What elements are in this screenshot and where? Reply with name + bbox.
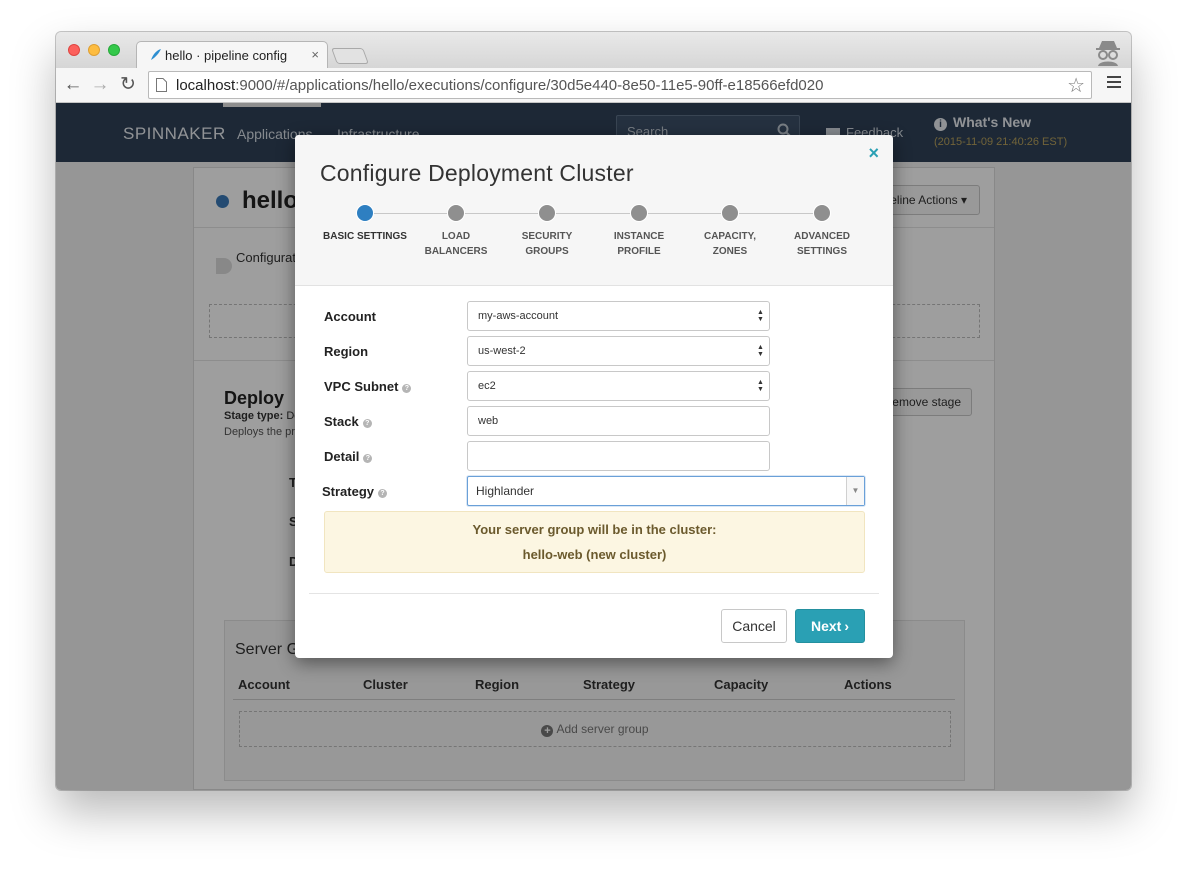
wizard-step-load-balancers[interactable]: LOAD BALANCERS [406, 204, 506, 259]
region-select[interactable]: us-west-2 ▲ ▼ [467, 336, 770, 366]
back-icon[interactable]: ← [62, 74, 84, 96]
browser-tab[interactable]: hello · pipeline config × [136, 41, 328, 68]
bookmark-star-icon[interactable]: ☆ [1067, 73, 1085, 98]
detail-input[interactable] [467, 441, 770, 471]
tab-close-icon[interactable]: × [311, 47, 319, 62]
modal-header: Configure Deployment Cluster × BASIC SET… [295, 135, 893, 286]
step-dot [356, 204, 374, 222]
page-viewport: SPINNAKER Applications Infrastructure Se… [56, 103, 1131, 790]
step-dot [630, 204, 648, 222]
strategy-label: Strategy? [322, 484, 388, 499]
forward-icon[interactable]: → [89, 74, 111, 96]
account-label: Account [324, 309, 376, 324]
stack-input[interactable]: web [467, 406, 770, 436]
reload-icon[interactable]: ↻ [117, 74, 139, 96]
url-text[interactable]: localhost:9000/#/applications/hello/exec… [176, 77, 823, 94]
cancel-button[interactable]: Cancel [721, 609, 787, 643]
spinnaker-favicon-icon [151, 49, 161, 60]
tab-title: hello · pipeline config [165, 48, 288, 63]
help-icon[interactable]: ? [363, 454, 373, 463]
step-dot [813, 204, 831, 222]
select-arrows-icon: ▲ ▼ [757, 309, 764, 323]
browser-menu-icon[interactable] [1107, 76, 1121, 90]
address-bar[interactable]: localhost:9000/#/applications/hello/exec… [148, 71, 1092, 99]
vpc-subnet-select[interactable]: ec2 ▲ ▼ [467, 371, 770, 401]
help-icon[interactable]: ? [378, 489, 388, 498]
step-dot [447, 204, 465, 222]
wizard-step-security-groups[interactable]: SECURITY GROUPS [497, 204, 597, 259]
vpc-subnet-label: VPC Subnet? [324, 379, 412, 394]
help-icon[interactable]: ? [362, 419, 372, 428]
stack-label: Stack? [324, 414, 372, 429]
strategy-select[interactable]: Highlander ▼ [467, 476, 865, 506]
wizard-step-advanced-settings[interactable]: ADVANCED SETTINGS [772, 204, 872, 259]
region-label: Region [324, 344, 369, 359]
help-icon[interactable]: ? [402, 384, 412, 393]
close-icon[interactable]: × [868, 143, 879, 164]
close-window-button[interactable] [68, 44, 80, 56]
wizard-step-capacity-zones[interactable]: CAPACITY, ZONES [680, 204, 780, 259]
step-dot [721, 204, 739, 222]
account-row: Account my-aws-account ▲ ▼ [324, 301, 869, 331]
select-arrows-icon: ▲ ▼ [757, 344, 764, 358]
chevron-down-icon: ▼ [846, 477, 864, 505]
page-icon [156, 78, 167, 92]
title-bar: hello · pipeline config × [56, 32, 1131, 68]
browser-window: hello · pipeline config × ← → ↻ localhos… [56, 32, 1131, 790]
next-button[interactable]: Next › [795, 609, 865, 643]
select-arrows-icon: ▲ ▼ [757, 379, 764, 393]
minimize-window-button[interactable] [88, 44, 100, 56]
strategy-row: Strategy? Highlander ▼ [322, 476, 867, 506]
new-tab-button[interactable] [331, 48, 369, 64]
region-row: Region us-west-2 ▲ ▼ [324, 336, 869, 366]
wizard-step-basic-settings[interactable]: BASIC SETTINGS [315, 204, 415, 244]
stack-row: Stack? web [324, 406, 869, 436]
cluster-info-alert: Your server group will be in the cluster… [324, 511, 865, 573]
step-dot [538, 204, 556, 222]
incognito-icon [1096, 41, 1120, 66]
cluster-info-text: Your server group will be in the cluster… [472, 522, 717, 537]
footer-divider [309, 593, 879, 594]
modal-title: Configure Deployment Cluster [320, 160, 634, 186]
detail-row: Detail? [324, 441, 869, 471]
account-select[interactable]: my-aws-account ▲ ▼ [467, 301, 770, 331]
cluster-name: hello-web (new cluster) [522, 547, 667, 562]
detail-label: Detail? [324, 449, 373, 464]
chevron-right-icon: › [844, 618, 850, 634]
browser-toolbar: ← → ↻ localhost:9000/#/applications/hell… [56, 68, 1131, 103]
zoom-window-button[interactable] [108, 44, 120, 56]
wizard-step-instance-profile[interactable]: INSTANCE PROFILE [589, 204, 689, 259]
configure-deployment-modal: Configure Deployment Cluster × BASIC SET… [295, 135, 893, 658]
vpc-subnet-row: VPC Subnet? ec2 ▲ ▼ [324, 371, 869, 401]
